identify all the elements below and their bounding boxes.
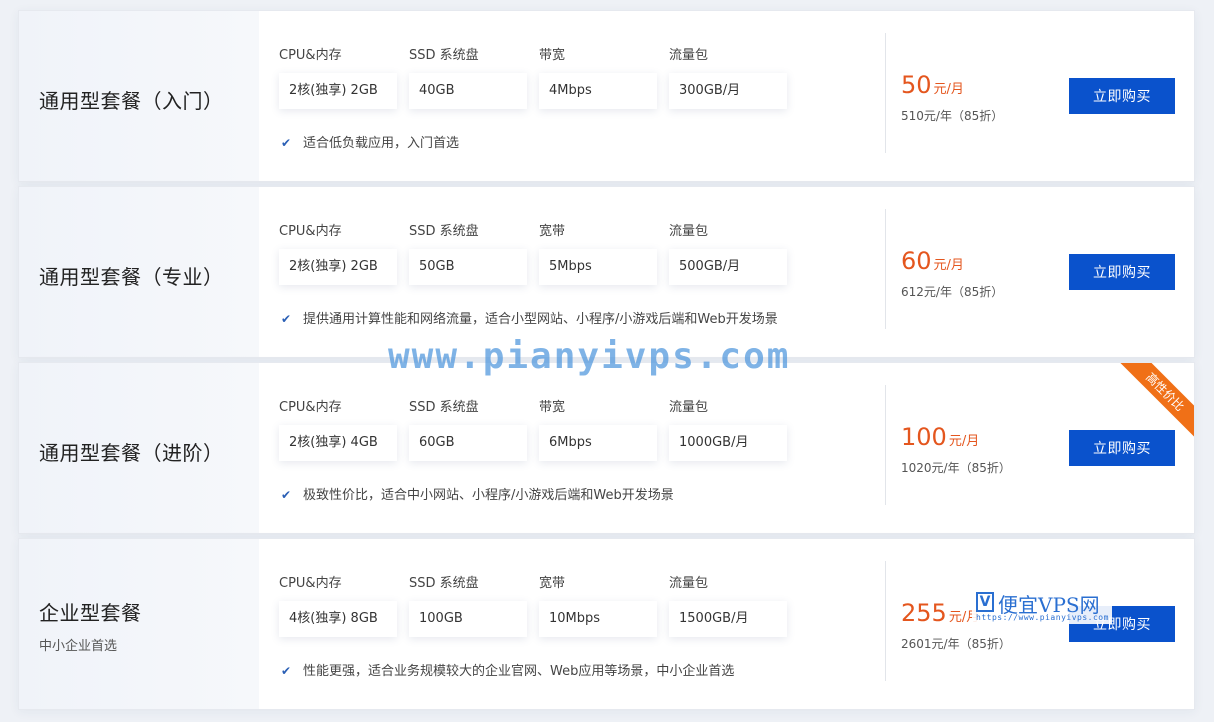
spec-value-traffic: 1500GB/月 [669,601,787,637]
logo-v-icon: V [976,592,994,612]
plan-card-enterprise: 企业型套餐 中小企业首选 CPU&内存 SSD 系统盘 宽带 流量包 4核(独享… [18,538,1195,710]
spec-label-cpu: CPU&内存 [279,224,342,239]
spec-label-bandwidth: 宽带 [539,224,566,239]
price-amount: 60 [901,247,932,275]
spec-value-ssd: 100GB [409,601,527,637]
plan-title-panel: 通用型套餐（专业） [19,187,259,357]
spec-value-bandwidth: 6Mbps [539,425,657,461]
price-amount: 100 [901,423,947,451]
plan-name: 通用型套餐（专业） [39,265,224,289]
plan-description: ✔ 极致性价比，适合中小网站、小程序/小游戏后端和Web开发场景 [281,484,674,503]
divider [885,33,886,153]
check-icon: ✔ [281,136,292,150]
best-value-ribbon: 高性价比 [1118,363,1194,439]
spec-label-traffic: 流量包 [669,400,709,415]
divider [885,385,886,505]
plan-price: 60 元/月 [901,247,964,275]
spec-label-traffic: 流量包 [669,576,709,591]
plan-name: 通用型套餐（进阶） [39,441,224,465]
plan-card-pro: 通用型套餐（专业） CPU&内存 SSD 系统盘 宽带 流量包 2核(独享) 2… [18,186,1195,358]
plan-description-text: 适合低负载应用，入门首选 [303,136,460,151]
price-amount: 50 [901,71,932,99]
site-watermark: www.pianyivps.com [388,336,791,377]
yearly-price: 510元/年（85折） [901,109,1004,123]
spec-label-traffic: 流量包 [669,48,709,63]
plan-name: 企业型套餐 [39,601,142,625]
plan-title-panel: 通用型套餐（入门） [19,11,259,181]
spec-label-ssd: SSD 系统盘 [409,48,479,63]
plan-name: 通用型套餐（入门） [39,89,224,113]
price-unit: 元/月 [933,258,964,273]
spec-value-bandwidth: 10Mbps [539,601,657,637]
spec-value-cpu: 2核(独享) 2GB [279,249,397,285]
plan-description-text: 性能更强，适合业务规模较大的企业官网、Web应用等场景，中小企业首选 [303,664,735,679]
plan-card-advanced: 通用型套餐（进阶） CPU&内存 SSD 系统盘 带宽 流量包 2核(独享) 4… [18,362,1195,534]
plan-description: ✔ 提供通用计算性能和网络流量，适合小型网站、小程序/小游戏后端和Web开发场景 [281,308,778,327]
plan-price: 50 元/月 [901,71,964,99]
plan-title-panel: 企业型套餐 中小企业首选 [19,539,259,709]
spec-value-ssd: 40GB [409,73,527,109]
plan-price: 255 元/月 [901,599,979,627]
plan-description-text: 提供通用计算性能和网络流量，适合小型网站、小程序/小游戏后端和Web开发场景 [303,312,778,327]
spec-value-bandwidth: 5Mbps [539,249,657,285]
plan-description: ✔ 性能更强，适合业务规模较大的企业官网、Web应用等场景，中小企业首选 [281,660,734,679]
plan-description-text: 极致性价比，适合中小网站、小程序/小游戏后端和Web开发场景 [303,488,674,503]
spec-label-ssd: SSD 系统盘 [409,224,479,239]
spec-value-cpu: 2核(独享) 4GB [279,425,397,461]
spec-value-traffic: 1000GB/月 [669,425,787,461]
yearly-price: 612元/年（85折） [901,285,1004,299]
check-icon: ✔ [281,312,292,326]
spec-value-cpu: 4核(独享) 8GB [279,601,397,637]
plan-card-basic: 通用型套餐（入门） CPU&内存 SSD 系统盘 带宽 流量包 2核(独享) 2… [18,10,1195,182]
price-amount: 255 [901,599,947,627]
spec-label-ssd: SSD 系统盘 [409,576,479,591]
spec-label-cpu: CPU&内存 [279,48,342,63]
price-unit: 元/月 [948,434,980,449]
spec-label-cpu: CPU&内存 [279,576,342,591]
pricing-page: 通用型套餐（入门） CPU&内存 SSD 系统盘 带宽 流量包 2核(独享) 2… [0,0,1214,722]
yearly-price: 1020元/年（85折） [901,461,1011,475]
plan-title-panel: 通用型套餐（进阶） [19,363,259,533]
ribbon-label: 高性价比 [1118,363,1194,439]
spec-value-traffic: 300GB/月 [669,73,787,109]
check-icon: ✔ [281,664,292,678]
buy-now-button[interactable]: 立即购买 [1069,78,1175,114]
spec-value-ssd: 60GB [409,425,527,461]
check-icon: ✔ [281,488,292,502]
divider [885,209,886,329]
buy-now-button[interactable]: 立即购买 [1069,254,1175,290]
price-unit: 元/月 [933,82,964,97]
spec-label-ssd: SSD 系统盘 [409,400,479,415]
yearly-price: 2601元/年（85折） [901,637,1011,651]
logo-watermark: V 便宜VPS网 https://www.pianyivps.com [972,590,1112,624]
plan-description: ✔ 适合低负载应用，入门首选 [281,132,459,151]
spec-value-ssd: 50GB [409,249,527,285]
spec-value-bandwidth: 4Mbps [539,73,657,109]
spec-label-bandwidth: 带宽 [539,400,566,415]
spec-value-cpu: 2核(独享) 2GB [279,73,397,109]
logo-url: https://www.pianyivps.com [976,613,1109,622]
spec-label-traffic: 流量包 [669,224,709,239]
plan-price: 100 元/月 [901,423,979,451]
spec-value-traffic: 500GB/月 [669,249,787,285]
spec-label-cpu: CPU&内存 [279,400,342,415]
spec-label-bandwidth: 带宽 [539,48,566,63]
spec-label-bandwidth: 宽带 [539,576,566,591]
plan-subtitle: 中小企业首选 [39,639,118,654]
divider [885,561,886,681]
